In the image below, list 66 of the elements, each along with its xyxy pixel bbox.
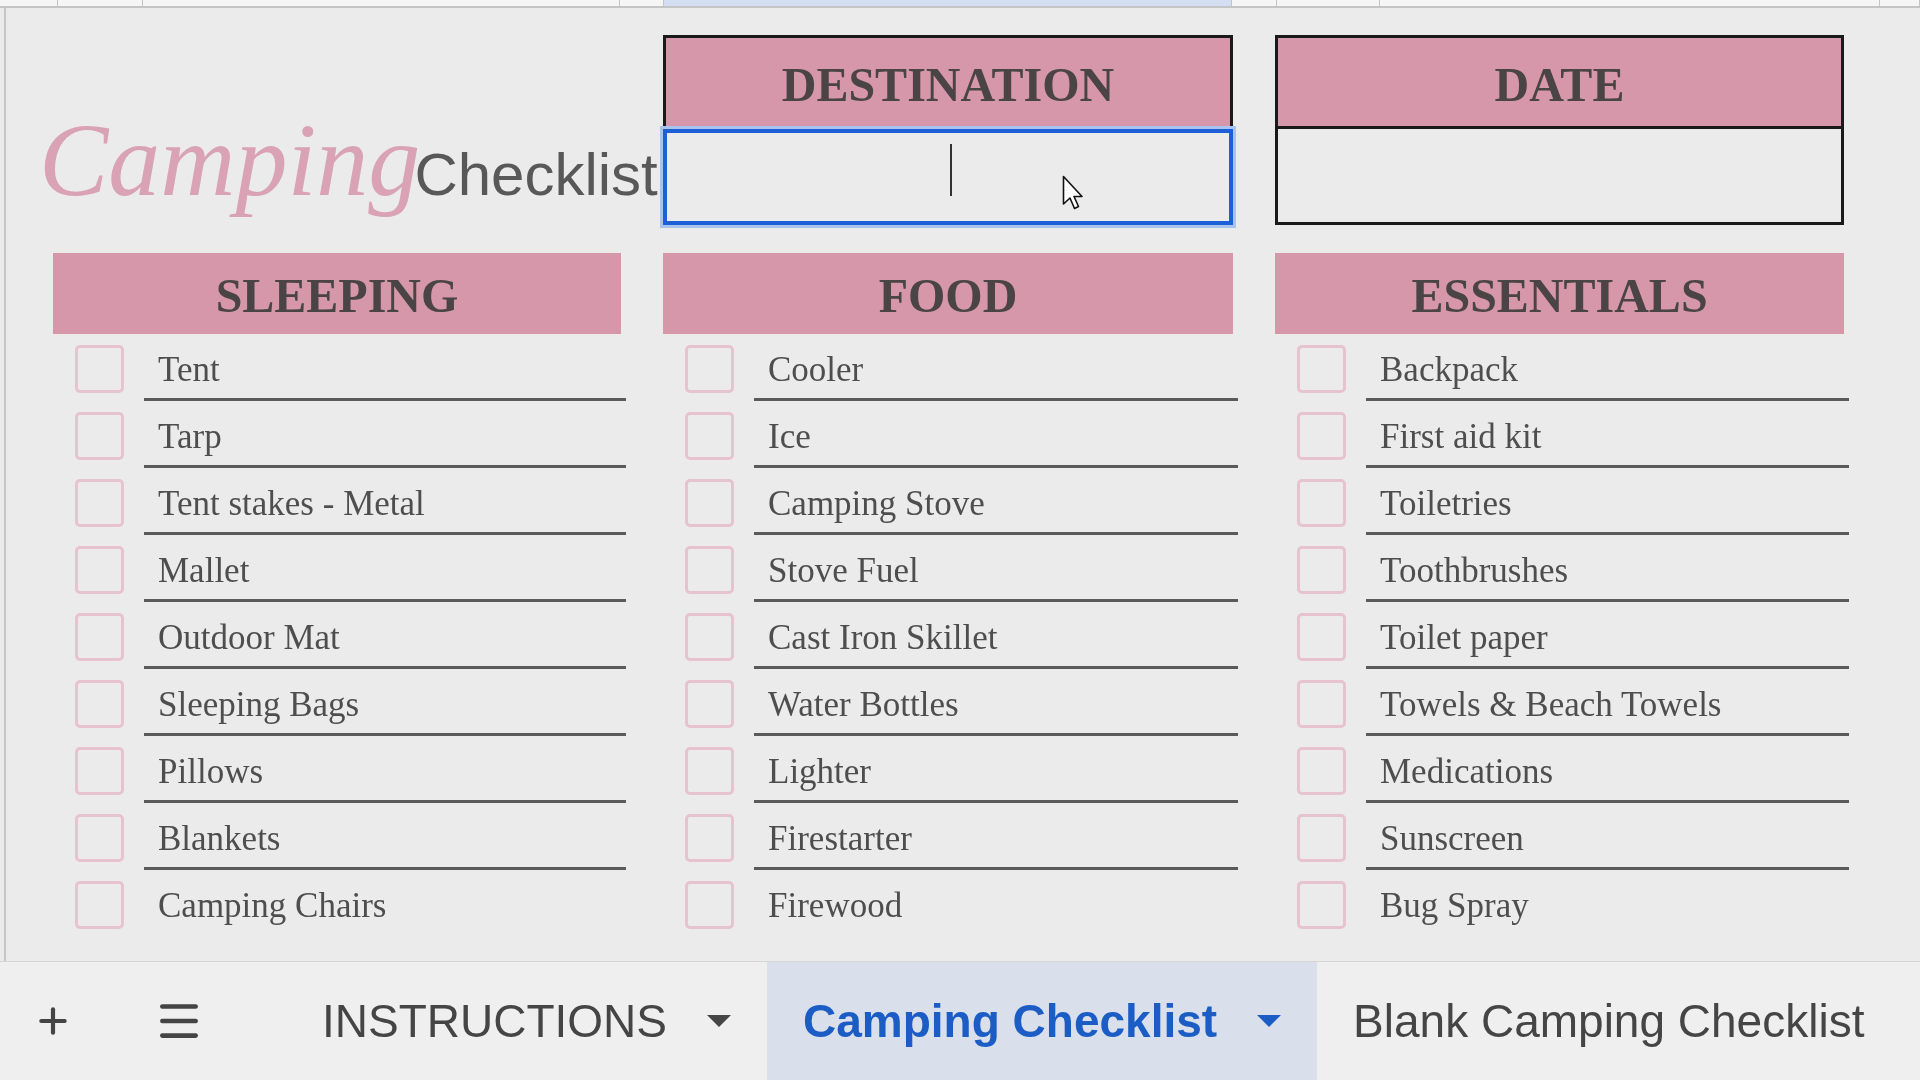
text-caret-icon bbox=[950, 144, 952, 196]
checkbox[interactable] bbox=[1297, 746, 1346, 795]
checkbox[interactable] bbox=[1297, 813, 1346, 862]
item-label: Tent bbox=[158, 349, 220, 391]
sheet-tab[interactable]: Blank Camping Checklist bbox=[1317, 962, 1901, 1080]
item-label: Toothbrushes bbox=[1380, 550, 1569, 592]
item-label: Toiletries bbox=[1380, 483, 1512, 525]
item-label: Medications bbox=[1380, 751, 1554, 793]
item-label: Toilet paper bbox=[1380, 617, 1548, 659]
input-field[interactable] bbox=[1275, 129, 1844, 225]
item-label: Backpack bbox=[1380, 349, 1518, 391]
checkbox[interactable] bbox=[75, 880, 124, 929]
item-label: Cooler bbox=[768, 349, 864, 391]
item-label: Camping Chairs bbox=[158, 885, 387, 927]
checkbox[interactable] bbox=[75, 344, 124, 393]
checkbox[interactable] bbox=[685, 344, 734, 393]
checkbox[interactable] bbox=[75, 545, 124, 594]
item-label: First aid kit bbox=[1380, 416, 1542, 458]
checkbox[interactable] bbox=[1297, 344, 1346, 393]
field-header: DATE bbox=[1275, 35, 1844, 129]
checkbox[interactable] bbox=[75, 813, 124, 862]
checkbox[interactable] bbox=[75, 478, 124, 527]
item-label: Camping Stove bbox=[768, 483, 985, 525]
category-header: FOOD bbox=[663, 253, 1233, 334]
checkbox[interactable] bbox=[685, 411, 734, 460]
checkbox[interactable] bbox=[1297, 411, 1346, 460]
field-header: DESTINATION bbox=[663, 35, 1233, 129]
checkbox[interactable] bbox=[1297, 545, 1346, 594]
checkbox[interactable] bbox=[685, 813, 734, 862]
item-label: Bug Spray bbox=[1380, 885, 1529, 927]
input-field[interactable] bbox=[663, 129, 1233, 225]
checkbox[interactable] bbox=[685, 612, 734, 661]
checkbox[interactable] bbox=[75, 679, 124, 728]
item-label: Blankets bbox=[158, 818, 281, 860]
item-label: Tarp bbox=[158, 416, 222, 458]
item-label: Pillows bbox=[158, 751, 264, 793]
checkbox[interactable] bbox=[1297, 880, 1346, 929]
sheet-tab[interactable]: Camping Checklist bbox=[767, 962, 1318, 1080]
item-label: Sunscreen bbox=[1380, 818, 1524, 860]
checkbox[interactable] bbox=[75, 411, 124, 460]
item-label: Firestarter bbox=[768, 818, 912, 860]
item-label: Tent stakes - Metal bbox=[158, 483, 425, 525]
category-header: ESSENTIALS bbox=[1275, 253, 1844, 334]
item-label: Mallet bbox=[158, 550, 250, 592]
checkbox[interactable] bbox=[1297, 612, 1346, 661]
item-label: Cast Iron Skillet bbox=[768, 617, 998, 659]
checkbox[interactable] bbox=[685, 880, 734, 929]
mouse-pointer-icon bbox=[1062, 175, 1084, 211]
checkbox[interactable] bbox=[685, 679, 734, 728]
item-label: Ice bbox=[768, 416, 811, 458]
item-label: Stove Fuel bbox=[768, 550, 919, 592]
checkbox[interactable] bbox=[1297, 679, 1346, 728]
checkbox[interactable] bbox=[1297, 478, 1346, 527]
item-label: Firewood bbox=[768, 885, 903, 927]
checkbox[interactable] bbox=[685, 746, 734, 795]
item-label: Water Bottles bbox=[768, 684, 959, 726]
sheet-tab[interactable]: INSTRUCTIONS bbox=[286, 962, 767, 1080]
item-label: Outdoor Mat bbox=[158, 617, 340, 659]
item-label: Lighter bbox=[768, 751, 872, 793]
item-label: Sleeping Bags bbox=[158, 684, 360, 726]
checkbox[interactable] bbox=[75, 746, 124, 795]
category-header: SLEEPING bbox=[53, 253, 621, 334]
checkbox[interactable] bbox=[685, 545, 734, 594]
checkbox[interactable] bbox=[75, 612, 124, 661]
checkbox[interactable] bbox=[685, 478, 734, 527]
item-label: Towels & Beach Towels bbox=[1380, 684, 1722, 726]
